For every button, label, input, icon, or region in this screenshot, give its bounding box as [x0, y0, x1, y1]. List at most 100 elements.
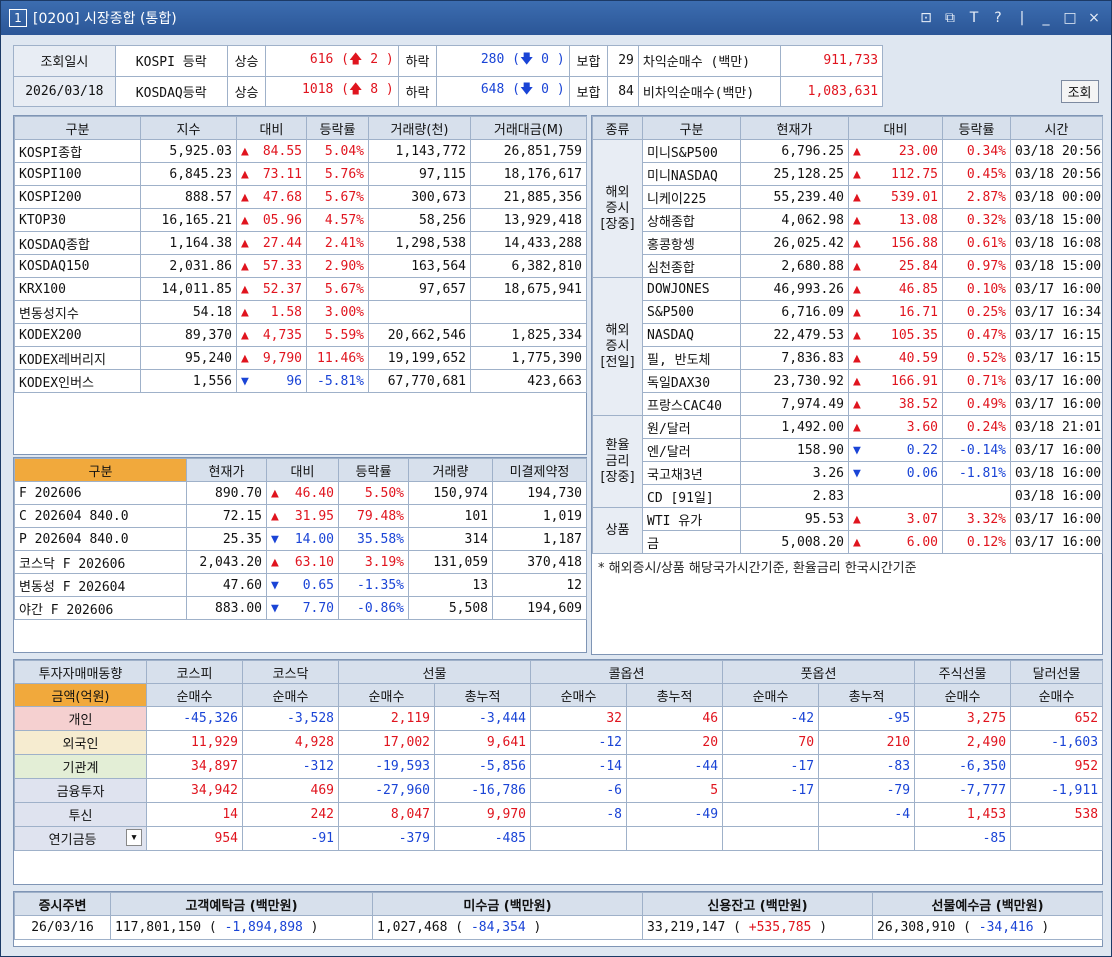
index-name: KRX100 — [14, 277, 141, 301]
table-row[interactable]: 국고채3년 3.26 ▼ 0.06 -1.81% 03/18 16:00 — [593, 461, 1103, 485]
table-row[interactable]: 상해종합 4,062.98 ▲ 13.08 0.32% 03/18 15:00 — [593, 208, 1103, 232]
market-price: 7,836.83 — [740, 346, 849, 370]
table-row[interactable]: KOSPI100 6,845.23 ▲ 73.11 5.76% 97,115 18,176,… — [14, 162, 587, 186]
font-icon[interactable]: T — [965, 10, 983, 26]
investor-value: -27,960 — [338, 778, 435, 803]
up-arrow-icon: ▲ — [853, 419, 861, 435]
maximize-icon[interactable]: □ — [1061, 10, 1079, 26]
table-row[interactable]: KTOP30 16,165.21 ▲ 05.96 4.57% 58,256 13,929,4… — [14, 208, 587, 232]
up-arrow-icon: ▲ — [853, 189, 861, 205]
group-label: 상품 — [592, 507, 643, 554]
link-icon[interactable]: ⊡ — [917, 10, 935, 26]
table-row[interactable]: 개인 -45,326 -3,528 2,119 -3,444 32 46 -42 -95 3,27… — [14, 706, 1104, 731]
table-row[interactable]: 필, 반도체 7,836.83 ▲ 40.59 0.52% 03/17 16:15 — [593, 346, 1103, 370]
table-row[interactable]: NASDAQ 22,479.53 ▲ 105.35 0.47% 03/17 16:15 — [593, 323, 1103, 347]
table-row[interactable]: 변동성지수 54.18 ▲ 1.58 3.00% — [14, 300, 587, 324]
table-row[interactable]: CD [91일] 2.83 03/18 16:00 — [593, 484, 1103, 508]
table-row[interactable]: KODEX인버스 1,556 ▼ 96 -5.81% 67,770,681 423,663 — [14, 369, 587, 393]
table-row[interactable]: 기관계 34,897 -312 -19,593 -5,856 -14 -44 -17 -83 -6… — [14, 754, 1104, 779]
table-row[interactable]: 상품 WTI 유가 95.53 ▲ 3.07 3.32% 03/17 16:00 — [592, 507, 1103, 554]
market-change: ▲ 6.00 — [848, 530, 943, 554]
futures-volume: 131,059 — [408, 550, 493, 574]
table-row[interactable]: F 202606 890.70 ▲ 46.40 5.50% 150,974 194,730 — [14, 481, 587, 505]
table-row[interactable]: 미니NASDAQ 25,128.25 ▲ 112.75 0.45% 03/18 20:56 — [593, 162, 1103, 186]
investor-value: -45,326 — [146, 706, 243, 731]
index-value: 5,925.03 — [140, 139, 237, 163]
up-arrow-icon: ▲ — [241, 166, 249, 182]
index-value: 2,031.86 — [140, 254, 237, 278]
table-row[interactable]: KRX100 14,011.85 ▲ 52.37 5.67% 97,657 18,675,9… — [14, 277, 587, 301]
summary-header: 조회일시 KOSPI 등락 상승 616 (🡅 2 ) 하락 280 (🡇 0 … — [13, 45, 1103, 107]
table-row[interactable]: KOSPI종합 5,925.03 ▲ 84.55 5.04% 1,143,772 26,85… — [14, 139, 587, 163]
index-change: ▼ 96 — [236, 369, 307, 393]
investor-value: -1,603 — [1010, 730, 1104, 755]
minimize-icon[interactable]: _ — [1037, 10, 1055, 26]
table-row[interactable]: 외국인 11,929 4,928 17,002 9,641 -12 20 70 210 2,490… — [14, 730, 1104, 755]
table-row[interactable]: 금 5,008.20 ▲ 6.00 0.12% 03/17 16:00 — [593, 530, 1103, 554]
index-name: KOSDAQ종합 — [14, 231, 141, 255]
index-rate: 3.00% — [306, 300, 369, 324]
up-arrow-icon: ▲ — [853, 534, 861, 550]
column-header: 거래량 — [408, 458, 493, 482]
investor-type: 개인 — [14, 706, 147, 731]
table-row[interactable]: 코스닥 F 202606 2,043.20 ▲ 63.10 3.19% 131,059 37… — [14, 550, 587, 574]
table-row[interactable]: 환율 금리 [장중] 원/달러 1,492.00 ▲ 3.60 0.24% 03/18 21… — [592, 415, 1103, 508]
copy-icon[interactable]: ⧉ — [941, 10, 959, 26]
table-row[interactable]: 야간 F 202606 883.00 ▼ 7.70 -0.86% 5,508 194,609 — [14, 596, 587, 620]
table-row[interactable]: C 202604 840.0 72.15 ▲ 31.95 79.48% 101 1,019 — [14, 504, 587, 528]
investor-value: 652 — [1010, 706, 1104, 731]
table-row[interactable]: 니케이225 55,239.40 ▲ 539.01 2.87% 03/18 00:00 — [593, 185, 1103, 209]
index-value: 1,556 — [140, 369, 237, 393]
footer-header: 고객예탁금 (백만원) — [110, 892, 373, 916]
index-amount: 14,433,288 — [470, 231, 587, 255]
investor-value — [1010, 826, 1104, 851]
table-row[interactable]: KODEX레버리지 95,240 ▲ 9,790 11.46% 19,199,652 1,7… — [14, 346, 587, 370]
table-row[interactable]: P 202604 840.0 25.35 ▼ 14.00 35.58% 314 1,187 — [14, 527, 587, 551]
help-icon[interactable]: ? — [989, 10, 1007, 26]
table-row[interactable]: 홍콩항셍 26,025.42 ▲ 156.88 0.61% 03/18 16:08 — [593, 231, 1103, 255]
table-row[interactable]: 금융투자 34,942 469 -27,960 -16,786 -6 5 -17 -79 -7,7… — [14, 778, 1104, 803]
down-arrow-icon: ▼ — [271, 531, 279, 547]
table-row[interactable]: S&P500 6,716.09 ▲ 16.71 0.25% 03/17 16:34 — [593, 300, 1103, 324]
column-header: 대비 — [266, 458, 339, 482]
table-row[interactable]: 심천종합 2,680.88 ▲ 25.84 0.97% 03/18 15:00 — [593, 254, 1103, 278]
investor-value: 210 — [818, 730, 916, 755]
market-change: ▲ 40.59 — [848, 346, 943, 370]
market-change: ▼ 0.06 — [848, 461, 943, 485]
flat-label: 보합 — [568, 75, 609, 107]
table-row[interactable]: KODEX200 89,370 ▲ 4,735 5.59% 20,662,546 1,825… — [14, 323, 587, 347]
table-row[interactable]: 연기금등 ▾ 954 -91 -379 -485 -85 — [14, 826, 1104, 851]
futures-panel: 구분 현재가 대비 등락률 거래량 미결제약정 F 202606 890.70 ▲ 46.40 5… — [13, 457, 587, 653]
deposit-change: -1,894,898 — [224, 920, 303, 935]
search-button[interactable]: 조회 — [1060, 79, 1099, 103]
table-row[interactable]: 독일DAX30 23,730.92 ▲ 166.91 0.71% 03/17 16:00 — [593, 369, 1103, 393]
index-amount: 1,775,390 — [470, 346, 587, 370]
investor-value: -91 — [242, 826, 339, 851]
investor-value: -17 — [722, 778, 820, 803]
close-icon[interactable]: × — [1085, 10, 1103, 26]
futures-table: 구분 현재가 대비 등락률 거래량 미결제약정 F 202606 890.70 ▲ 46.40 5… — [14, 458, 587, 620]
table-row[interactable]: KOSPI200 888.57 ▲ 47.68 5.67% 300,673 21,885,3… — [14, 185, 587, 209]
table-row[interactable]: 변동성 F 202604 47.60 ▼ 0.65 -1.35% 13 12 — [14, 573, 587, 597]
table-row[interactable]: 해외 증시 [장중] 미니S&P500 6,796.25 ▲ 23.00 0.34% 03/… — [592, 139, 1103, 278]
investor-value — [722, 802, 820, 827]
footer-table: 증시주변 고객예탁금 (백만원) 미수금 (백만원) 신용잔고 (백만원) 선물예수금 … — [14, 892, 1103, 940]
table-row[interactable]: 투신 14 242 8,047 9,970 -8 -49 -4 1,453 538 — [14, 802, 1104, 827]
table-row[interactable]: 해외 증시 [전일] DOWJONES 46,993.26 ▲ 46.85 0.10% 03… — [592, 277, 1103, 416]
table-row[interactable]: KOSDAQ종합 1,164.38 ▲ 27.44 2.41% 1,298,538 14,4… — [14, 231, 587, 255]
up-arrow-icon: ▲ — [241, 281, 249, 297]
column-header: 등락률 — [306, 116, 369, 140]
table-row[interactable]: KOSDAQ150 2,031.86 ▲ 57.33 2.90% 163,564 6,382… — [14, 254, 587, 278]
table-row[interactable]: 엔/달러 158.90 ▼ 0.22 -0.14% 03/17 16:00 — [593, 438, 1103, 462]
group-label: 환율 금리 [장중] — [592, 415, 643, 508]
investor-subheader: 총누적 — [626, 683, 724, 707]
up-arrow-icon: ▲ — [241, 304, 249, 320]
index-volume: 20,662,546 — [368, 323, 471, 347]
market-change-value: 105.35 — [891, 327, 938, 343]
table-row[interactable]: 프랑스CAC40 7,974.49 ▲ 38.52 0.49% 03/17 16:00 — [593, 392, 1103, 416]
futures-volume: 5,508 — [408, 596, 493, 620]
investor-value: 2,119 — [338, 706, 435, 731]
market-change: ▲ 3.60 — [848, 415, 943, 439]
up-label: 상승 — [226, 75, 267, 107]
dropdown-icon[interactable]: ▾ — [126, 829, 142, 846]
